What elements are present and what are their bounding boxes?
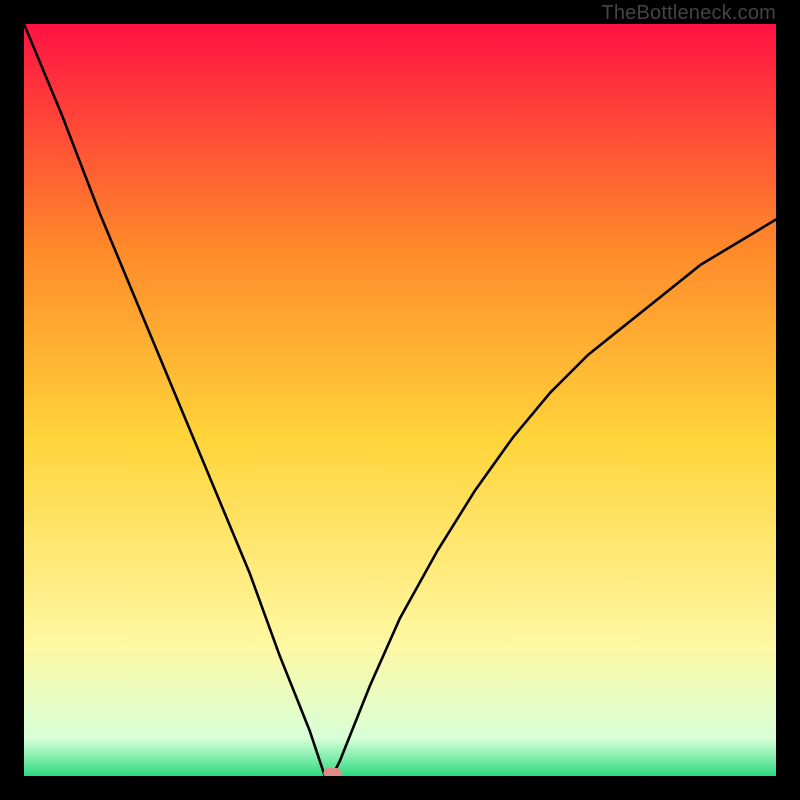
bottleneck-chart-svg	[24, 24, 776, 776]
plot-frame	[24, 24, 776, 776]
min-marker	[323, 768, 341, 776]
chart-container: TheBottleneck.com	[0, 0, 800, 800]
watermark-text: TheBottleneck.com	[601, 2, 776, 25]
gradient-background	[24, 24, 776, 776]
